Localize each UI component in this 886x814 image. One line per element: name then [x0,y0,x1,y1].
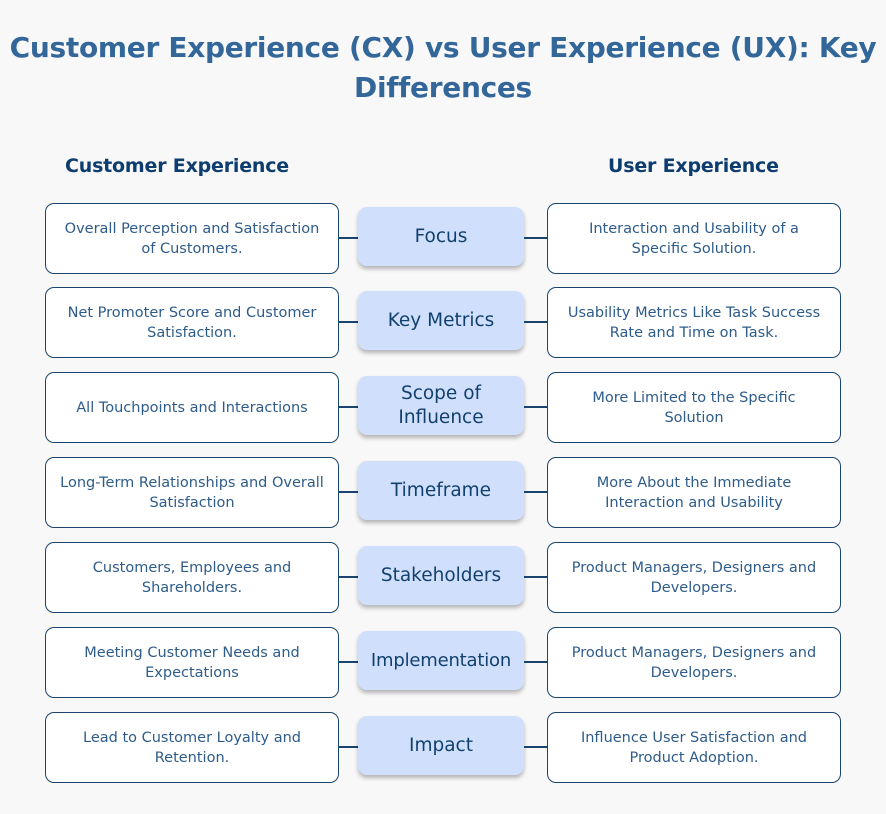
ux-description: Product Managers, Designers and Develope… [547,542,841,613]
comparison-row-timeframe: Long-Term Relationships and Overall Sati… [0,457,886,529]
cx-description: Net Promoter Score and Customer Satisfac… [45,287,339,358]
connector-line [524,491,547,493]
cx-description: Overall Perception and Satisfaction of C… [45,203,339,274]
connector-line [339,406,358,408]
aspect-label-focus: Focus [358,207,524,266]
cx-description: All Touchpoints and Interactions [45,372,339,443]
comparison-row-focus: Overall Perception and Satisfaction of C… [0,203,886,275]
aspect-label-key-metrics: Key Metrics [358,291,524,350]
cx-description: Lead to Customer Loyalty and Retention. [45,712,339,783]
ux-description: More Limited to the Specific Solution [547,372,841,443]
connector-line [339,491,358,493]
connector-line [339,661,358,663]
connector-line [524,746,547,748]
connector-line [339,321,358,323]
ux-description: More About the Immediate Interaction and… [547,457,841,528]
aspect-label-scope-of-influence: Scope of Influence [358,376,524,435]
cx-description: Customers, Employees and Shareholders. [45,542,339,613]
connector-line [524,661,547,663]
comparison-row-implementation: Meeting Customer Needs and Expectations … [0,627,886,699]
comparison-row-impact: Lead to Customer Loyalty and Retention. … [0,712,886,784]
page-title: Customer Experience (CX) vs User Experie… [9,31,877,104]
connector-line [339,576,358,578]
connector-line [524,237,547,239]
connector-line [339,746,358,748]
ux-description: Interaction and Usability of a Specific … [547,203,841,274]
customer-experience-heading: Customer Experience [65,155,289,177]
user-experience-heading: User Experience [608,155,779,177]
comparison-row-key-metrics: Net Promoter Score and Customer Satisfac… [0,287,886,359]
connector-line [524,576,547,578]
comparison-row-stakeholders: Customers, Employees and Shareholders. S… [0,542,886,614]
cx-description: Long-Term Relationships and Overall Sati… [45,457,339,528]
cx-description: Meeting Customer Needs and Expectations [45,627,339,698]
ux-description: Influence User Satisfaction and Product … [547,712,841,783]
connector-line [524,406,547,408]
connector-line [524,321,547,323]
aspect-label-timeframe: Timeframe [358,461,524,520]
ux-description: Usability Metrics Like Task Success Rate… [547,287,841,358]
aspect-label-stakeholders: Stakeholders [358,546,524,605]
aspect-label-implementation: Implementation [358,631,524,690]
comparison-row-scope-of-influence: All Touchpoints and Interactions Scope o… [0,372,886,444]
ux-description: Product Managers, Designers and Develope… [547,627,841,698]
connector-line [339,237,358,239]
aspect-label-impact: Impact [358,716,524,775]
